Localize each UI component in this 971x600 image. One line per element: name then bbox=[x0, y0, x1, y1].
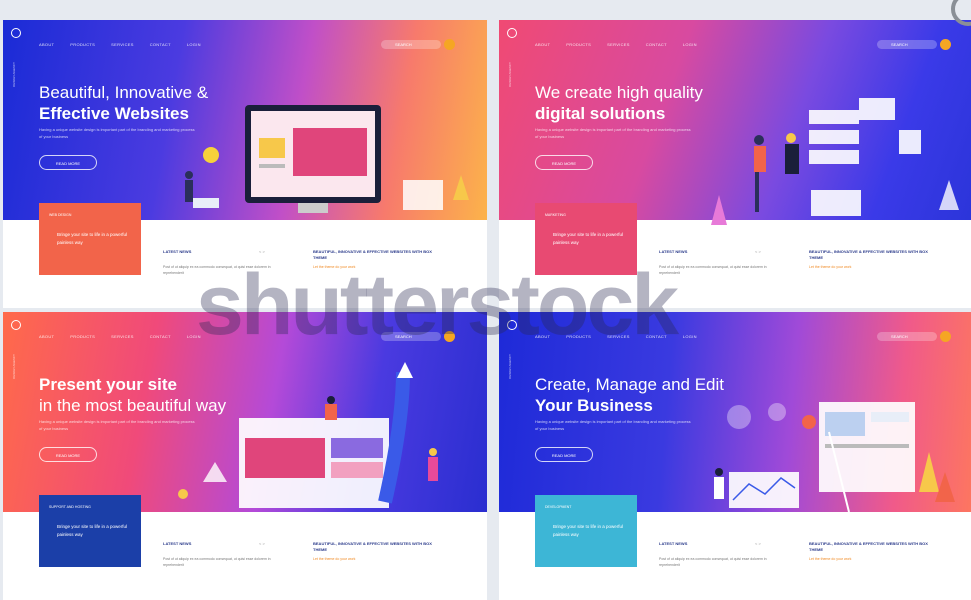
nav-item[interactable]: LOGIN bbox=[683, 334, 697, 339]
vertical-brand-text: DESIGN AGENCY bbox=[508, 62, 512, 87]
article-link[interactable]: Let the theme do your work bbox=[809, 557, 851, 561]
top-nav: ABOUT PRODUCTS SERVICES CONTACT LOGIN bbox=[39, 42, 201, 47]
watermark: shutterstock bbox=[196, 257, 679, 353]
nav-item[interactable]: CONTACT bbox=[150, 42, 171, 47]
feature-kicker: SUPPORT AND HOSTING bbox=[49, 505, 91, 509]
article-link[interactable]: Let the theme do your work bbox=[313, 557, 355, 561]
nav-item[interactable]: SERVICES bbox=[607, 42, 630, 47]
article-title[interactable]: BEAUTIFUL, INNOVATIVE & EFFECTIVE WEBSIT… bbox=[313, 541, 443, 553]
headline-bold: digital solutions bbox=[535, 104, 666, 123]
headline-light: We create high quality bbox=[535, 83, 703, 102]
hero-description: Having a unique website design is import… bbox=[535, 419, 691, 431]
news-pager[interactable]: < > bbox=[259, 249, 265, 254]
news-pager[interactable]: < > bbox=[259, 541, 265, 546]
nav-item[interactable]: SERVICES bbox=[111, 334, 134, 339]
feature-text: Bringe your site to life in a powerful p… bbox=[57, 232, 128, 245]
read-more-button[interactable]: READ MORE bbox=[535, 447, 593, 462]
feature-box[interactable]: WEB DESIGN Bringe your site to life in a… bbox=[39, 203, 141, 275]
news-pager[interactable]: < > bbox=[755, 541, 761, 546]
avatar[interactable] bbox=[444, 39, 455, 50]
news-heading: LATEST NEWS bbox=[659, 541, 688, 546]
news-heading: LATEST NEWS bbox=[163, 249, 192, 254]
news-heading: LATEST NEWS bbox=[163, 541, 192, 546]
nav-item[interactable]: SERVICES bbox=[111, 42, 134, 47]
article-title[interactable]: BEAUTIFUL, INNOVATIVE & EFFECTIVE WEBSIT… bbox=[809, 541, 939, 553]
illustration-browser-rocket bbox=[178, 362, 438, 508]
feature-text: Bringe your site to life in a powerful p… bbox=[553, 232, 624, 245]
news-heading: LATEST NEWS bbox=[659, 249, 688, 254]
nav-item[interactable]: ABOUT bbox=[39, 42, 54, 47]
website-mockup-card-4: DESIGN AGENCY ABOUT PRODUCTS SERVICES CO… bbox=[499, 312, 971, 600]
search-input[interactable]: SEARCH bbox=[877, 332, 937, 341]
logo-icon[interactable] bbox=[507, 28, 517, 38]
vertical-brand-text: DESIGN AGENCY bbox=[12, 62, 16, 87]
hero-description: Having a unique website design is import… bbox=[535, 127, 691, 139]
nav-item[interactable]: ABOUT bbox=[39, 334, 54, 339]
logo-icon[interactable] bbox=[11, 28, 21, 38]
nav-item[interactable]: PRODUCTS bbox=[566, 42, 591, 47]
nav-item[interactable]: PRODUCTS bbox=[70, 42, 95, 47]
search-input[interactable]: SEARCH bbox=[877, 40, 937, 49]
article-link[interactable]: Let the theme do your work bbox=[809, 265, 851, 269]
feature-kicker: MARKETING bbox=[545, 213, 566, 217]
logo-icon[interactable] bbox=[11, 320, 21, 330]
feature-kicker: WEB DESIGN bbox=[49, 213, 72, 217]
article-title[interactable]: BEAUTIFUL, INNOVATIVE & EFFECTIVE WEBSIT… bbox=[809, 249, 939, 261]
news-text: Post of ut aliquip ex ea commodo consequ… bbox=[163, 557, 271, 567]
illustration-dashboard bbox=[714, 402, 955, 513]
hero-banner: DESIGN AGENCY ABOUT PRODUCTS SERVICES CO… bbox=[3, 20, 487, 220]
news-text: Post of ut aliquip ex ea commodo consequ… bbox=[659, 557, 767, 567]
feature-box[interactable]: SUPPORT AND HOSTING Bringe your site to … bbox=[39, 495, 141, 567]
read-more-button[interactable]: READ MORE bbox=[39, 447, 97, 462]
website-mockup-card-3: DESIGN AGENCY ABOUT PRODUCTS SERVICES CO… bbox=[3, 312, 487, 600]
hero-banner: DESIGN AGENCY ABOUT PRODUCTS SERVICES CO… bbox=[499, 20, 971, 225]
feature-text: Bringe your site to life in a powerful p… bbox=[553, 524, 624, 537]
nav-item[interactable]: LOGIN bbox=[683, 42, 697, 47]
feature-box[interactable]: DEVELOPMENT Bringe your site to life in … bbox=[535, 495, 637, 567]
avatar[interactable] bbox=[940, 39, 951, 50]
vertical-brand-text: DESIGN AGENCY bbox=[508, 354, 512, 379]
illustration-analytics bbox=[711, 98, 959, 225]
top-nav: ABOUT PRODUCTS SERVICES CONTACT LOGIN bbox=[535, 42, 697, 47]
nav-item[interactable]: PRODUCTS bbox=[70, 334, 95, 339]
search-input[interactable]: SEARCH bbox=[381, 40, 441, 49]
top-nav: ABOUT PRODUCTS SERVICES CONTACT LOGIN bbox=[39, 334, 201, 339]
illustration-monitor bbox=[185, 105, 469, 213]
headline-bold: Your Business bbox=[535, 396, 653, 415]
hero-headline: We create high quality digital solutions bbox=[535, 82, 703, 124]
nav-item[interactable]: ABOUT bbox=[535, 42, 550, 47]
hero-headline: Create, Manage and Edit Your Business bbox=[535, 374, 724, 416]
vertical-brand-text: DESIGN AGENCY bbox=[12, 354, 16, 379]
news-pager[interactable]: < > bbox=[755, 249, 761, 254]
headline-light: Create, Manage and Edit bbox=[535, 375, 725, 394]
feature-kicker: DEVELOPMENT bbox=[545, 505, 572, 509]
avatar[interactable] bbox=[940, 331, 951, 342]
read-more-button[interactable]: READ MORE bbox=[39, 155, 97, 170]
nav-item[interactable]: CONTACT bbox=[646, 42, 667, 47]
feature-text: Bringe your site to life in a powerful p… bbox=[57, 524, 128, 537]
nav-item[interactable]: CONTACT bbox=[150, 334, 171, 339]
nav-item[interactable]: LOGIN bbox=[187, 42, 201, 47]
read-more-button[interactable]: READ MORE bbox=[535, 155, 593, 170]
